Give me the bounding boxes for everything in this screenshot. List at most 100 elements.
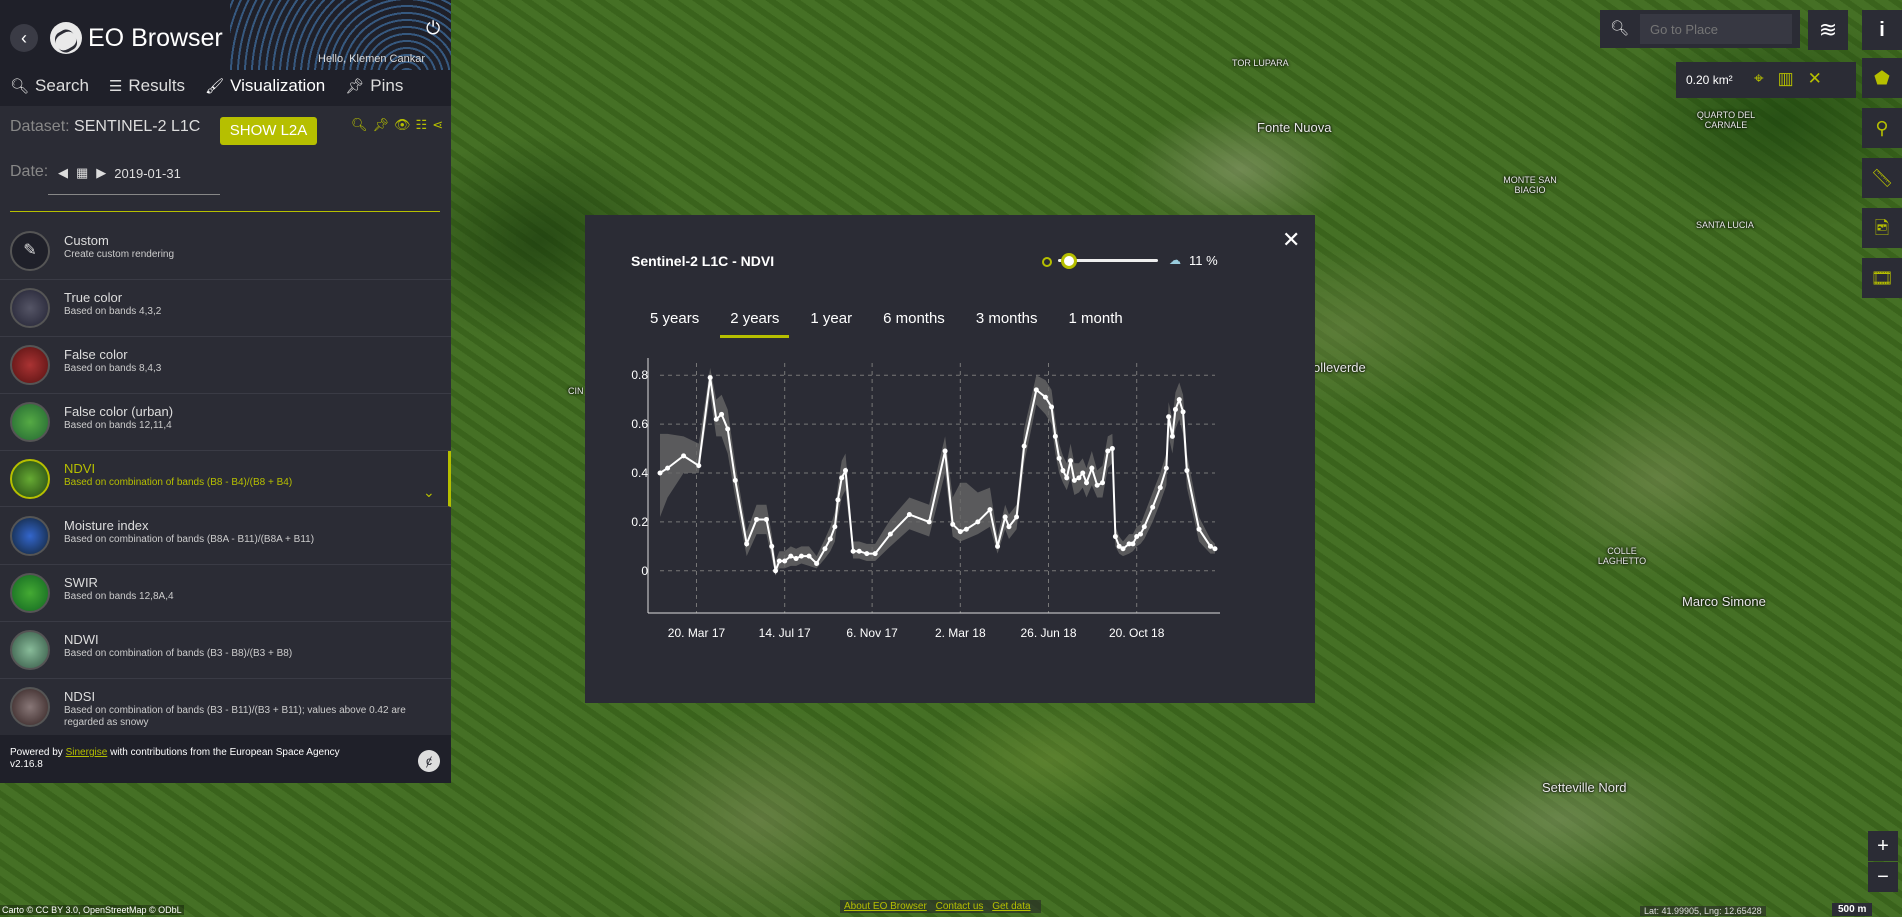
layer-ndwi[interactable]: NDWI Based on combination of bands (B3 -… [0,622,451,679]
data-point [835,497,841,503]
data-point [773,568,779,574]
layer-moisture-index[interactable]: Moisture index Based on combination of b… [0,508,451,565]
search-icon: 🔍︎ [10,78,30,95]
data-point [887,531,893,537]
zoom-out-button[interactable]: − [1868,862,1898,892]
sinergise-link[interactable]: Sinergise [66,747,108,758]
draw-polygon-button[interactable]: ⬟ [1862,58,1902,98]
show-l2a-button[interactable]: SHOW L2A [220,117,317,145]
range-tab-1-month[interactable]: 1 month [1059,310,1133,338]
map-layers-button[interactable]: ≋ [1808,10,1848,50]
cloud-icon: ☁ [1169,253,1181,267]
expand-chevron-icon[interactable]: ⌄ [423,484,435,501]
measure-button[interactable]: 📏︎ [1862,158,1902,198]
dataset-label: Dataset: [10,118,70,135]
data-point [1120,546,1126,552]
about-link[interactable]: About EO Browser [844,901,927,912]
poi-marker-button[interactable]: ⚲ [1862,108,1902,148]
data-point [832,524,838,530]
compare-eye-icon[interactable]: 👁︎ [394,117,411,133]
layer-ndsi[interactable]: NDSI Based on combination of bands (B3 -… [0,679,451,736]
share-icon[interactable]: ⋖ [432,117,443,133]
y-tick-label: 0.8 [631,368,648,382]
area-value: 0.20 km² [1686,73,1733,87]
data-point [1141,524,1147,530]
data-point [1207,543,1213,549]
data-point [769,543,775,549]
info-icon: i [1879,19,1885,41]
data-point [1076,475,1082,481]
collapse-sidebar-button[interactable]: ‹ [10,24,38,52]
data-point [850,548,856,554]
close-icon[interactable]: ✕ [1282,227,1300,253]
slider-handle[interactable] [1061,253,1077,269]
layer-thumbnail [10,687,50,727]
data-point [754,516,760,522]
powered-by-text: Powered by [10,747,63,758]
range-tab-2-years[interactable]: 2 years [720,310,790,338]
data-point [744,541,750,547]
sidebar-footer: Powered by Sinergise with contributions … [0,735,451,783]
pin-icon: 📌︎ [345,78,365,95]
search-input[interactable] [1640,14,1792,44]
layer-false-color[interactable]: False color Based on bands 8,4,3 [0,337,451,394]
data-point [1112,534,1118,540]
data-point [1052,433,1058,439]
list-icon: ☰ [108,78,123,95]
data-point [856,548,862,554]
previous-date-icon[interactable]: ◀ [58,165,68,181]
data-point [906,512,912,518]
calendar-icon[interactable]: ▦ [76,165,88,181]
logout-power-icon[interactable]: ⏻ [426,18,440,39]
date-picker: ◀ ▦ ▶ 2019-01-31 [58,165,181,181]
layer-swir[interactable]: SWIR Based on bands 12,8A,4 [0,565,451,622]
download-image-button[interactable]: 🖻 [1862,208,1902,248]
data-point [1099,480,1105,486]
data-point [725,426,731,432]
info-button[interactable]: i [1862,10,1902,50]
data-point [1049,404,1055,410]
esa-logo-icon: ȼ [418,750,440,772]
zoom-in-button[interactable]: + [1868,831,1898,861]
layer-thumbnail [10,516,50,556]
layer-name: NDSI [64,689,96,704]
center-crosshair-icon[interactable]: ⌖ [1754,69,1764,89]
eo-browser-logo-icon [50,22,82,54]
tab-visualization[interactable]: 🖌︎ Visualization [195,70,335,102]
place-search: 🔍︎ [1600,10,1800,48]
layer-custom[interactable]: ✎ Custom Create custom rendering [0,223,451,280]
get-data-link[interactable]: Get data [992,901,1030,912]
y-tick-label: 0.2 [631,515,648,529]
cloud-min-marker [1042,257,1052,267]
data-point [763,516,769,522]
paintbrush-icon: 🖌︎ [205,78,225,95]
app-title: EO Browser [88,24,223,52]
tab-pins[interactable]: 📌︎ Pins [335,70,413,102]
layer-desc: Based on bands 4,3,2 [64,306,162,317]
layer-ndvi[interactable]: NDVI Based on combination of bands (B8 -… [0,451,451,507]
data-point [963,526,969,532]
bar-chart-icon[interactable]: ▥ [1778,69,1794,89]
range-tab-6-months[interactable]: 6 months [873,310,955,338]
range-tab-1-year[interactable]: 1 year [800,310,862,338]
close-icon[interactable]: ✕ [1808,69,1822,89]
layer-true-color[interactable]: True color Based on bands 4,3,2 [0,280,451,337]
timelapse-button[interactable]: 🎞︎ [1862,258,1902,298]
tab-search[interactable]: 🔍︎ Search [0,70,99,102]
cloud-coverage-slider[interactable]: ☁ 11 % [1042,253,1222,269]
layer-name: NDVI [64,461,96,476]
contact-link[interactable]: Contact us [936,901,984,912]
effects-sliders-icon[interactable]: ☷ [416,117,428,133]
range-tab-3-months[interactable]: 3 months [966,310,1048,338]
add-pin-icon[interactable]: 📌︎ [373,117,390,133]
dataset-value: SENTINEL-2 L1C [74,118,201,135]
map-label-setteville-nord: Setteville Nord [1542,780,1627,795]
range-tab-5-years[interactable]: 5 years [640,310,709,338]
sidebar: ‹ EO Browser ⏻ Hello, Klemen Cankar 🔍︎ Se… [0,0,451,783]
zoom-to-tile-icon[interactable]: 🔍︎ [351,117,368,133]
tab-results[interactable]: ☰ Results [99,70,195,102]
date-value[interactable]: 2019-01-31 [114,166,181,181]
layer-false-color-urban[interactable]: False color (urban) Based on bands 12,11… [0,394,451,451]
data-point [1094,482,1100,488]
next-date-icon[interactable]: ▶ [96,165,106,181]
